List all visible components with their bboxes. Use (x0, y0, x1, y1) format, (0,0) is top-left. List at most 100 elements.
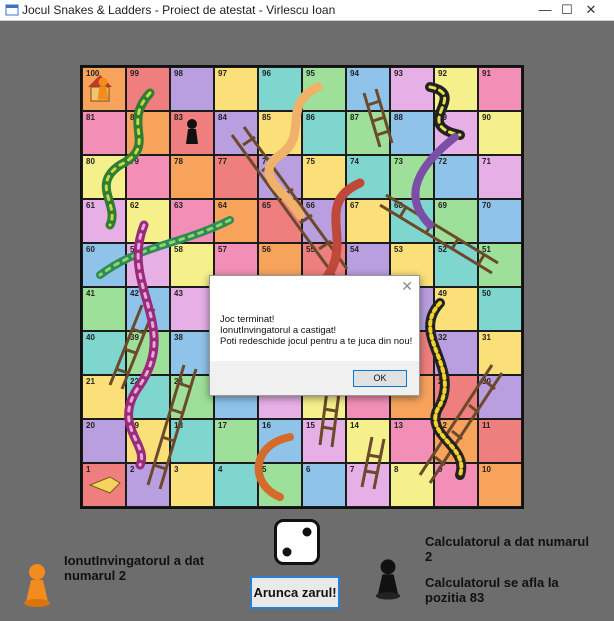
board-cell: 65 (258, 199, 302, 243)
player-dice-message: IonutInvingatorul a dat numarul 2 (64, 553, 204, 583)
cell-number: 96 (262, 69, 271, 78)
board-cell: 38 (170, 331, 214, 375)
cell-number: 14 (350, 421, 359, 430)
board-cell: 58 (170, 243, 214, 287)
cell-number: 22 (130, 377, 139, 386)
cell-number: 75 (306, 157, 315, 166)
ok-button[interactable]: OK (353, 370, 407, 387)
cell-number: 79 (130, 157, 139, 166)
cell-number: 1 (86, 465, 91, 474)
board-cell: 15 (302, 419, 346, 463)
cell-number: 10 (482, 465, 491, 474)
cell-number: 9 (438, 465, 443, 474)
close-button[interactable]: ✕ (568, 0, 614, 20)
board-cell: 82 (126, 111, 170, 155)
cell-number: 82 (130, 113, 139, 122)
cell-number: 49 (438, 289, 447, 298)
cell-number: 64 (218, 201, 227, 210)
cell-number: 29 (438, 377, 447, 386)
board-cell: 74 (346, 155, 390, 199)
board-cell: 29 (434, 375, 478, 419)
cell-number: 38 (174, 333, 183, 342)
cell-number: 59 (130, 245, 139, 254)
board-cell: 31 (478, 331, 522, 375)
board-cell: 60 (82, 243, 126, 287)
board-cell: 22 (126, 375, 170, 419)
board-cell: 95 (302, 67, 346, 111)
board-cell: 97 (214, 67, 258, 111)
cell-number: 12 (438, 421, 447, 430)
cell-number: 66 (306, 201, 315, 210)
app-icon (5, 4, 19, 16)
board-cell: 69 (434, 199, 478, 243)
dialog-line-3: Poti redeschide jocul pentru a te juca d… (220, 336, 413, 347)
board-cell: 50 (478, 287, 522, 331)
cell-number: 2 (130, 465, 135, 474)
cell-number: 17 (218, 421, 227, 430)
board-cell: 72 (434, 155, 478, 199)
cell-number: 53 (394, 245, 403, 254)
board-cell: 78 (170, 155, 214, 199)
cell-number: 20 (86, 421, 95, 430)
cell-number: 54 (350, 245, 359, 254)
roll-dice-button[interactable]: Arunca zarul! (250, 576, 340, 609)
board-cell: 2 (126, 463, 170, 507)
cell-number: 73 (394, 157, 403, 166)
board-cell: 66 (302, 199, 346, 243)
board-cell: 32 (434, 331, 478, 375)
board-cell: 98 (170, 67, 214, 111)
board-cell: 23 (170, 375, 214, 419)
die-face-icon (274, 519, 320, 565)
board-cell: 62 (126, 199, 170, 243)
cell-number: 91 (482, 69, 491, 78)
cell-number: 16 (262, 421, 271, 430)
dialog-message: Joc terminat! IonutInvingatorul a castig… (220, 314, 412, 347)
board-cell: 49 (434, 287, 478, 331)
cell-number: 18 (174, 421, 183, 430)
cell-number: 95 (306, 69, 315, 78)
board-cell: 71 (478, 155, 522, 199)
cell-number: 85 (262, 113, 271, 122)
dialog-line-1: Joc terminat! (220, 314, 275, 325)
board-cell: 64 (214, 199, 258, 243)
cell-number: 11 (482, 421, 491, 430)
board-cell: 16 (258, 419, 302, 463)
cell-number: 5 (262, 465, 267, 474)
cell-number: 93 (394, 69, 403, 78)
board-cell: 40 (82, 331, 126, 375)
board-cell: 18 (170, 419, 214, 463)
board-cell: 88 (390, 111, 434, 155)
board-cell: 59 (126, 243, 170, 287)
computer-dice-line-2: 2 (425, 549, 433, 564)
cell-number: 78 (174, 157, 183, 166)
board-cell: 81 (82, 111, 126, 155)
cell-number: 56 (262, 245, 271, 254)
dialog-close-icon[interactable]: ✕ (401, 278, 413, 295)
cell-number: 21 (86, 377, 95, 386)
board-cell: 42 (126, 287, 170, 331)
cell-number: 99 (130, 69, 139, 78)
board-cell: 90 (478, 111, 522, 155)
cell-number: 6 (306, 465, 311, 474)
cell-number: 81 (86, 113, 95, 122)
computer-position-line-2: pozitia 83 (425, 590, 485, 605)
board-cell: 85 (258, 111, 302, 155)
player-dice-line-2: numarul 2 (64, 568, 127, 583)
board-cell: 73 (390, 155, 434, 199)
board-cell: 39 (126, 331, 170, 375)
board-cell: 51 (478, 243, 522, 287)
cell-number: 97 (218, 69, 227, 78)
board-cell: 7 (346, 463, 390, 507)
board-cell: 91 (478, 67, 522, 111)
cell-number: 23 (174, 377, 183, 386)
board-cell: 92 (434, 67, 478, 111)
cell-number: 60 (86, 245, 95, 254)
computer-board-pawn-icon (186, 119, 198, 144)
cell-number: 41 (86, 289, 95, 298)
board-cell: 3 (170, 463, 214, 507)
board-cell: 79 (126, 155, 170, 199)
board-cell: 13 (390, 419, 434, 463)
computer-position-line-1: Calculatorul se afla la (425, 575, 559, 590)
board-cell: 77 (214, 155, 258, 199)
board-cell: 86 (302, 111, 346, 155)
